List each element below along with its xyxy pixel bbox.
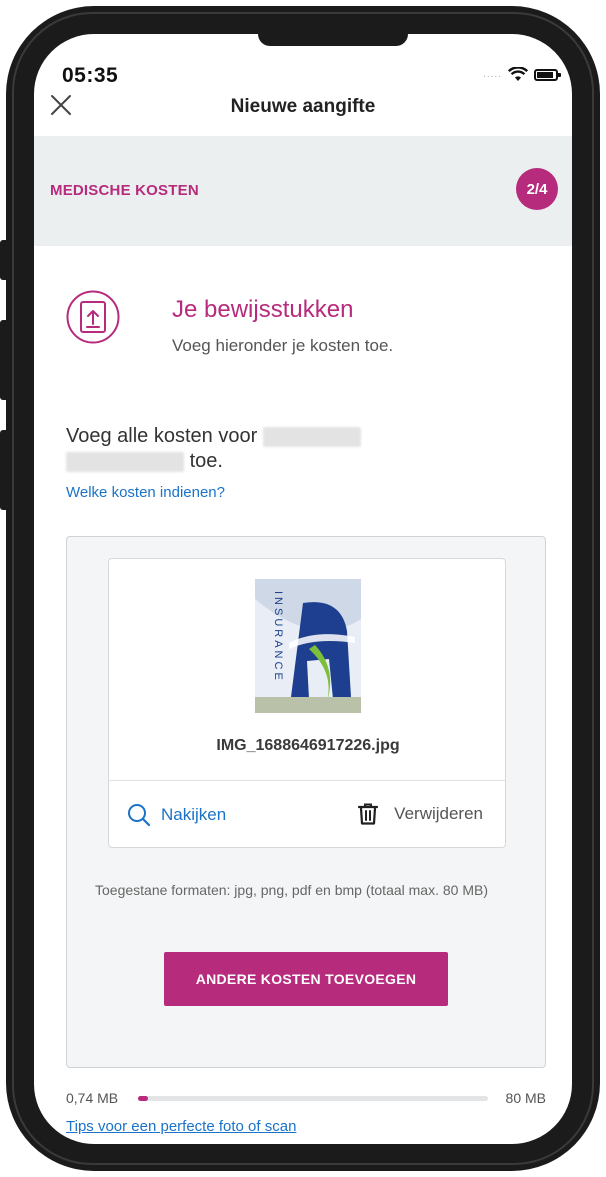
upload-document-icon [66, 290, 120, 344]
redacted-name [66, 451, 184, 472]
section-subtitle: Voeg hieronder je kosten toe. [172, 336, 394, 355]
battery-icon [534, 68, 561, 81]
step-bar: MEDISCHE KOSTEN 2/4 [34, 136, 572, 246]
phone-notch [258, 34, 408, 46]
file-card: INSURANCE IMG_1688646917226.jpg Nakijken [108, 558, 506, 848]
review-label: Nakijken [161, 805, 227, 824]
file-name: IMG_1688646917226.jpg [216, 737, 400, 754]
wifi-icon [508, 67, 528, 81]
upload-panel: INSURANCE IMG_1688646917226.jpg Nakijken [66, 536, 546, 1068]
status-icons: ..... [483, 67, 561, 82]
storage-max: 80 MB [505, 1090, 546, 1106]
volume-up-button [0, 320, 6, 400]
add-costs-button[interactable]: ANDERE KOSTEN TOEVOEGEN [164, 952, 448, 1006]
formats-note: Toegestane formaten: jpg, png, pdf en bm… [95, 882, 488, 898]
delete-label: Verwijderen [394, 804, 483, 823]
file-thumbnail[interactable]: INSURANCE [255, 579, 361, 713]
which-costs-link[interactable]: Welke kosten indienen? [66, 484, 225, 501]
divider [109, 780, 505, 781]
thumbnail-text: INSURANCE [272, 591, 284, 683]
delete-button[interactable]: Verwijderen [358, 803, 483, 825]
storage-progress-fill [138, 1096, 148, 1101]
trash-icon [358, 803, 379, 825]
volume-down-button [0, 430, 6, 510]
storage-progress-bar [138, 1096, 488, 1101]
redacted-name [262, 426, 361, 447]
insurance-logo-image: INSURANCE [255, 579, 361, 713]
storage-used: 0,74 MB [66, 1090, 119, 1106]
search-icon [128, 804, 151, 827]
signal-icon: ..... [483, 69, 502, 80]
step-label: MEDISCHE KOSTEN [50, 182, 199, 199]
photo-tips-link[interactable]: Tips voor een perfecte foto of scan [66, 1118, 296, 1135]
section-title: Je bewijsstukken [172, 296, 354, 323]
instruction-prefix: Voeg alle kosten voor [66, 425, 258, 447]
instruction-suffix: toe. [189, 450, 223, 472]
step-badge: 2/4 [516, 168, 558, 210]
instruction-text: Voeg alle kosten voor toe. [66, 424, 426, 474]
page-title: Nieuwe aangifte [230, 96, 376, 117]
phone-screen: 05:35 ..... Nieuwe aangifte MEDISCHE KOS… [34, 34, 572, 1144]
status-time: 05:35 [62, 64, 119, 87]
mute-switch [0, 240, 6, 280]
review-button[interactable]: Nakijken [127, 803, 226, 827]
